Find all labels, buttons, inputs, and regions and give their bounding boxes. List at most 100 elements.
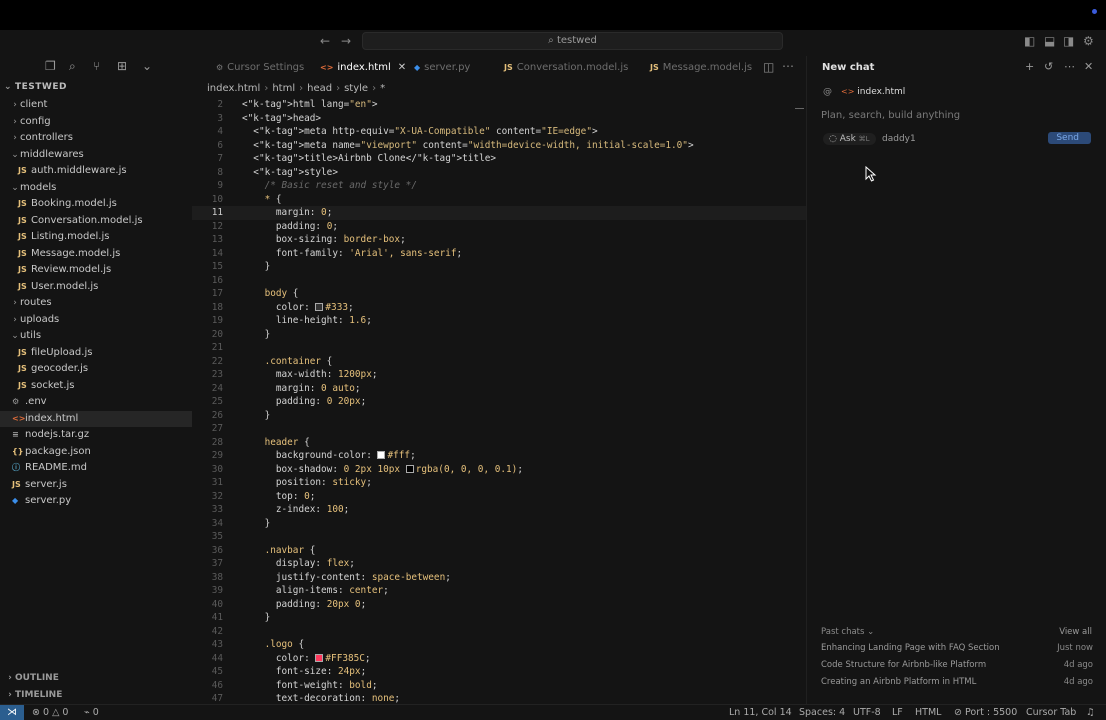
- breadcrumb-item[interactable]: index.html: [207, 83, 260, 94]
- timeline-section[interactable]: › TIMELINE: [0, 687, 192, 703]
- folder-item[interactable]: › routes: [0, 295, 192, 311]
- file-item[interactable]: JS server.js: [0, 477, 192, 493]
- arrow-right-icon[interactable]: →: [341, 35, 351, 47]
- folder-item[interactable]: ⌄models: [0, 180, 192, 196]
- at-mention-icon[interactable]: @: [823, 87, 832, 97]
- code-line[interactable]: 12 padding: 0;: [192, 220, 806, 234]
- code-line[interactable]: 34 }: [192, 517, 806, 531]
- code-line[interactable]: 45 font-size: 24px;: [192, 665, 806, 679]
- code-line[interactable]: 24 margin: 0 auto;: [192, 382, 806, 396]
- code-line[interactable]: 46 font-weight: bold;: [192, 679, 806, 693]
- code-line[interactable]: 37 display: flex;: [192, 557, 806, 571]
- code-line[interactable]: 44 color: #FF385C;: [192, 652, 806, 666]
- code-line[interactable]: 22 .container {: [192, 355, 806, 369]
- chat-input[interactable]: [821, 107, 1091, 123]
- code-line[interactable]: 7 <"k-tag">title>Airbnb Clone</"k-tag">t…: [192, 152, 806, 166]
- files-icon[interactable]: ❐: [45, 60, 56, 72]
- live-server-port[interactable]: ⊘ Port : 5500: [954, 705, 1017, 720]
- cursor-tab-toggle[interactable]: Cursor Tab: [1026, 705, 1076, 720]
- encoding[interactable]: UTF-8: [853, 705, 881, 720]
- folder-item[interactable]: › client: [0, 97, 192, 113]
- code-line[interactable]: 15 }: [192, 260, 806, 274]
- language-mode[interactable]: HTML: [915, 705, 941, 720]
- explorer-root-title[interactable]: ⌄ TESTWED: [4, 82, 67, 92]
- code-line[interactable]: 2 <"k-tag">html lang="en">: [192, 98, 806, 112]
- send-button[interactable]: Send: [1048, 132, 1091, 144]
- remote-icon[interactable]: ⋊: [0, 705, 24, 720]
- file-item[interactable]: JS Review.model.js: [0, 262, 192, 278]
- split-editor-icon[interactable]: ◫: [763, 61, 774, 73]
- code-line[interactable]: 4 <"k-tag">meta http-equiv="X-UA-Compati…: [192, 125, 806, 139]
- toggle-sidebar-icon[interactable]: ◧: [1024, 35, 1035, 47]
- past-chat-item[interactable]: Code Structure for Airbnb-like Platform 4…: [821, 660, 1093, 674]
- code-line[interactable]: 31 position: sticky;: [192, 476, 806, 490]
- code-editor[interactable]: 2 <"k-tag">html lang="en"> 3 <"k-tag">head>…: [192, 96, 806, 704]
- code-line[interactable]: 23 max-width: 1200px;: [192, 368, 806, 382]
- code-line[interactable]: 18 color: #333;: [192, 301, 806, 315]
- file-item[interactable]: JS Listing.model.js: [0, 229, 192, 245]
- editor-tab[interactable]: ⚙ Cursor Settings: [216, 56, 304, 80]
- code-line[interactable]: 41 }: [192, 611, 806, 625]
- close-icon[interactable]: ✕: [1084, 61, 1093, 73]
- color-swatch[interactable]: [377, 451, 386, 459]
- extensions-icon[interactable]: ⊞: [117, 60, 127, 72]
- code-line[interactable]: 27: [192, 422, 806, 436]
- editor-tab[interactable]: ◆ server.py: [414, 56, 470, 80]
- code-line[interactable]: 21: [192, 341, 806, 355]
- code-line[interactable]: 9 /* Basic reset and style */: [192, 179, 806, 193]
- file-item[interactable]: JS socket.js: [0, 378, 192, 394]
- color-swatch[interactable]: [405, 464, 414, 473]
- file-item[interactable]: JS Message.model.js: [0, 246, 192, 262]
- folder-item[interactable]: ⌄middlewares: [0, 147, 192, 163]
- color-swatch[interactable]: [315, 653, 324, 662]
- context-file-chip[interactable]: <> index.html: [841, 87, 905, 97]
- file-item[interactable]: JS auth.middleware.js: [0, 163, 192, 179]
- toggle-panel-icon[interactable]: ⬓: [1044, 35, 1055, 47]
- breadcrumb-item[interactable]: head: [307, 83, 332, 94]
- indentation[interactable]: Spaces: 4: [799, 705, 845, 720]
- close-tab-icon[interactable]: ✕: [398, 62, 406, 73]
- code-line[interactable]: 30 box-shadow: 0 2px 10px rgba(0, 0, 0, …: [192, 463, 806, 477]
- history-icon[interactable]: ↺: [1044, 61, 1053, 73]
- chevron-down-icon[interactable]: ⌄: [142, 60, 152, 72]
- outline-section[interactable]: › OUTLINE: [0, 670, 192, 686]
- code-line[interactable]: 14 font-family: 'Arial', sans-serif;: [192, 247, 806, 261]
- code-line[interactable]: 6 <"k-tag">meta name="viewport" content=…: [192, 139, 806, 153]
- arrow-left-icon[interactable]: ←: [320, 35, 330, 47]
- file-item[interactable]: JS fileUpload.js: [0, 345, 192, 361]
- command-search-box[interactable]: ⌕ testwed: [362, 32, 783, 50]
- folder-item[interactable]: › config: [0, 114, 192, 130]
- toggle-secondary-sidebar-icon[interactable]: ◨: [1063, 35, 1074, 47]
- code-line[interactable]: 29 background-color: #fff;: [192, 449, 806, 463]
- editor-tab[interactable]: <> index.html ✕: [320, 56, 406, 80]
- code-line[interactable]: 11 margin: 0;: [192, 206, 806, 220]
- file-item[interactable]: {} package.json: [0, 444, 192, 460]
- folder-item[interactable]: › controllers: [0, 130, 192, 146]
- past-chat-item[interactable]: Creating an Airbnb Platform in HTML 4d ag…: [821, 677, 1093, 691]
- breadcrumb-item[interactable]: html: [272, 83, 295, 94]
- mode-selector[interactable]: ◌ Ask ⌘L: [823, 133, 876, 145]
- ports-indicator[interactable]: ⌁ 0: [84, 705, 99, 720]
- search-icon[interactable]: ⌕: [69, 60, 76, 72]
- breadcrumb-item[interactable]: *: [380, 83, 385, 94]
- code-line[interactable]: 8 <"k-tag">style>: [192, 166, 806, 180]
- code-line[interactable]: 35: [192, 530, 806, 544]
- code-line[interactable]: 20 }: [192, 328, 806, 342]
- more-actions-icon[interactable]: ⋯: [782, 60, 794, 72]
- code-line[interactable]: 38 justify-content: space-between;: [192, 571, 806, 585]
- file-item[interactable]: ≡ nodejs.tar.gz: [0, 427, 192, 443]
- notifications-bell-icon[interactable]: ♫: [1086, 705, 1095, 720]
- file-item[interactable]: JS Booking.model.js: [0, 196, 192, 212]
- code-line[interactable]: 42: [192, 625, 806, 639]
- color-swatch[interactable]: [315, 302, 324, 311]
- plus-icon[interactable]: +: [1025, 61, 1034, 73]
- file-item[interactable]: JS geocoder.js: [0, 361, 192, 377]
- code-line[interactable]: 26 }: [192, 409, 806, 423]
- file-item[interactable]: ◆ server.py: [0, 493, 192, 509]
- folder-item[interactable]: ⌄utils: [0, 328, 192, 344]
- code-line[interactable]: 3 <"k-tag">head>: [192, 112, 806, 126]
- editor-tab[interactable]: JS Conversation.model.js: [504, 56, 628, 80]
- code-line[interactable]: 33 z-index: 100;: [192, 503, 806, 517]
- code-line[interactable]: 16: [192, 274, 806, 288]
- more-icon[interactable]: ⋯: [1064, 61, 1075, 73]
